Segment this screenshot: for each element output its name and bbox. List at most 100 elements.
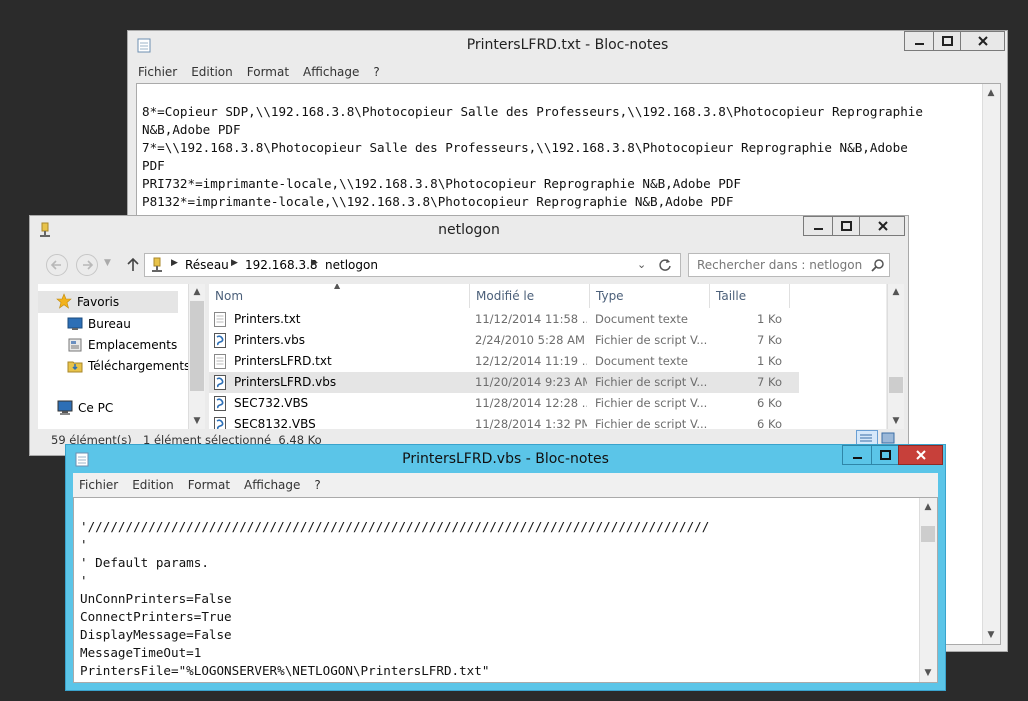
breadcrumb-server[interactable]: 192.168.3.8 (245, 258, 318, 272)
scroll-down-arrow-icon[interactable]: ▼ (983, 627, 999, 643)
scroll-up-arrow-icon[interactable]: ▲ (920, 499, 936, 515)
scroll-up-arrow-icon[interactable]: ▲ (189, 284, 205, 300)
file-type: Fichier de script V... (595, 396, 708, 410)
recent-locations-chevron-icon[interactable]: ▼ (104, 258, 111, 268)
minimize-button[interactable] (842, 445, 872, 465)
file-row[interactable]: PrintersLFRD.txt 12/12/2014 11:19 ... Docu… (209, 351, 799, 372)
vbs-script-icon (214, 396, 226, 411)
scroll-up-arrow-icon[interactable]: ▲ (888, 284, 904, 300)
file-date: 2/24/2010 5:28 AM (475, 333, 585, 347)
menu-fichier[interactable]: Fichier (79, 474, 118, 496)
search-box[interactable]: Rechercher dans : netlogon (688, 253, 890, 277)
notepad-window-vbs[interactable]: PrintersLFRD.vbs - Bloc-notes Fichier Edi… (65, 444, 946, 691)
nav-item-bureau[interactable]: Bureau (88, 317, 131, 331)
scroll-thumb[interactable] (921, 526, 935, 542)
scroll-thumb[interactable] (190, 301, 204, 391)
nav-pane-scrollbar[interactable]: ▲ ▼ (188, 284, 205, 429)
title-bar[interactable]: PrintersLFRD.txt - Bloc-notes (128, 31, 1007, 59)
maximize-icon (841, 221, 852, 231)
menu-edition[interactable]: Edition (132, 474, 174, 496)
file-row[interactable]: PrintersLFRD.vbs 11/20/2014 9:23 AM Fichie… (209, 372, 799, 393)
breadcrumb-netlogon[interactable]: netlogon (325, 258, 378, 272)
column-header-type[interactable]: Type (590, 284, 710, 308)
text-line: N&B,Adobe PDF (142, 122, 241, 137)
vertical-scrollbar[interactable]: ▲ ▼ (982, 84, 1000, 644)
menu-help[interactable]: ? (373, 61, 379, 83)
file-list: Nom ▲ Modifié le Type Taille Printers.tx… (209, 284, 886, 429)
address-dropdown-chevron-icon[interactable]: ⌄ (637, 258, 646, 271)
address-bar[interactable]: ▶ Réseau ▶ 192.168.3.8 ▶ netlogon ⌄ (144, 253, 681, 277)
file-row[interactable]: SEC732.VBS 11/28/2014 12:28 ... Fichier de… (209, 393, 799, 414)
recent-places-icon (68, 338, 82, 352)
maximize-button[interactable] (871, 445, 899, 465)
forward-button[interactable] (76, 254, 98, 276)
up-button[interactable] (124, 255, 142, 275)
file-row[interactable]: Printers.txt 11/12/2014 11:58 ... Document… (209, 309, 799, 330)
file-date: 11/28/2014 1:32 PM (475, 417, 587, 429)
menu-format[interactable]: Format (247, 61, 289, 83)
column-header-modifie[interactable]: Modifié le (470, 284, 590, 308)
star-icon (56, 293, 72, 309)
back-arrow-icon (50, 260, 61, 270)
file-date: 12/12/2014 11:19 ... (475, 354, 587, 368)
window-title: netlogon (438, 222, 500, 238)
menu-edition[interactable]: Edition (191, 61, 233, 83)
scroll-down-arrow-icon[interactable]: ▼ (888, 413, 904, 429)
text-line: ' Default params. (80, 555, 209, 570)
scroll-up-arrow-icon[interactable]: ▲ (983, 85, 999, 101)
file-name: PrintersLFRD.vbs (234, 375, 337, 389)
nav-item-telechargements[interactable]: Téléchargements (88, 359, 190, 373)
title-bar[interactable]: netlogon (30, 216, 908, 244)
vbs-script-icon (214, 333, 226, 348)
refresh-icon[interactable] (658, 258, 672, 272)
menu-affichage[interactable]: Affichage (244, 474, 300, 496)
close-icon (878, 221, 888, 231)
vbs-script-icon (214, 417, 226, 429)
maximize-button[interactable] (832, 216, 860, 236)
computer-icon (57, 400, 73, 415)
scroll-thumb[interactable] (889, 377, 903, 393)
file-row[interactable]: Printers.vbs 2/24/2010 5:28 AM Fichier de … (209, 330, 799, 351)
nav-item-ce-pc[interactable]: Ce PC (78, 401, 113, 415)
menu-affichage[interactable]: Affichage (303, 61, 359, 83)
maximize-icon (880, 450, 891, 460)
details-view-icon (860, 434, 872, 442)
menu-help[interactable]: ? (314, 474, 320, 496)
text-editor[interactable]: '///////////////////////////////////////… (73, 497, 938, 683)
text-line: PRI732*=imprimante-locale,\\192.168.3.8\… (142, 176, 741, 191)
file-size: 7 Ko (757, 375, 782, 389)
file-size: 1 Ko (757, 312, 782, 326)
text-line: ' (80, 537, 88, 552)
file-name: Printers.vbs (234, 333, 305, 347)
column-label: Modifié le (476, 289, 535, 303)
file-row[interactable]: SEC8132.VBS 11/28/2014 1:32 PM Fichier de … (209, 414, 799, 429)
text-line: DisplayMessage=False (80, 627, 232, 642)
menu-format[interactable]: Format (188, 474, 230, 496)
column-headers: Nom ▲ Modifié le Type Taille (209, 284, 809, 308)
close-button[interactable] (898, 445, 943, 465)
menu-fichier[interactable]: Fichier (138, 61, 177, 83)
column-header-taille[interactable]: Taille (710, 284, 790, 308)
minimize-button[interactable] (904, 31, 934, 51)
title-bar[interactable]: PrintersLFRD.vbs - Bloc-notes (66, 445, 945, 473)
file-list-scrollbar[interactable]: ▲ ▼ (887, 284, 904, 429)
scroll-down-arrow-icon[interactable]: ▼ (189, 413, 205, 429)
close-button[interactable] (859, 216, 905, 236)
close-button[interactable] (960, 31, 1005, 51)
nav-item-emplacements[interactable]: Emplacements ré (88, 338, 180, 352)
breadcrumb-separator-icon: ▶ (171, 258, 178, 268)
maximize-button[interactable] (933, 31, 961, 51)
close-icon (978, 36, 988, 46)
text-line: 8*=Copieur SDP,\\192.168.3.8\Photocopieu… (142, 104, 923, 119)
minimize-button[interactable] (803, 216, 833, 236)
file-size: 6 Ko (757, 396, 782, 410)
breadcrumb-reseau[interactable]: Réseau (185, 258, 229, 272)
scroll-down-arrow-icon[interactable]: ▼ (920, 665, 936, 681)
explorer-window[interactable]: netlogon ▼ ▶ Réseau ▶ 192.168.3.8 ▶ netl… (29, 215, 909, 456)
back-button[interactable] (46, 254, 68, 276)
column-label: Taille (716, 289, 747, 303)
network-folder-icon (152, 257, 162, 272)
vbs-script-icon (214, 375, 226, 390)
file-rows: Printers.txt 11/12/2014 11:58 ... Document… (209, 309, 809, 429)
vertical-scrollbar[interactable]: ▲ ▼ (919, 498, 937, 682)
